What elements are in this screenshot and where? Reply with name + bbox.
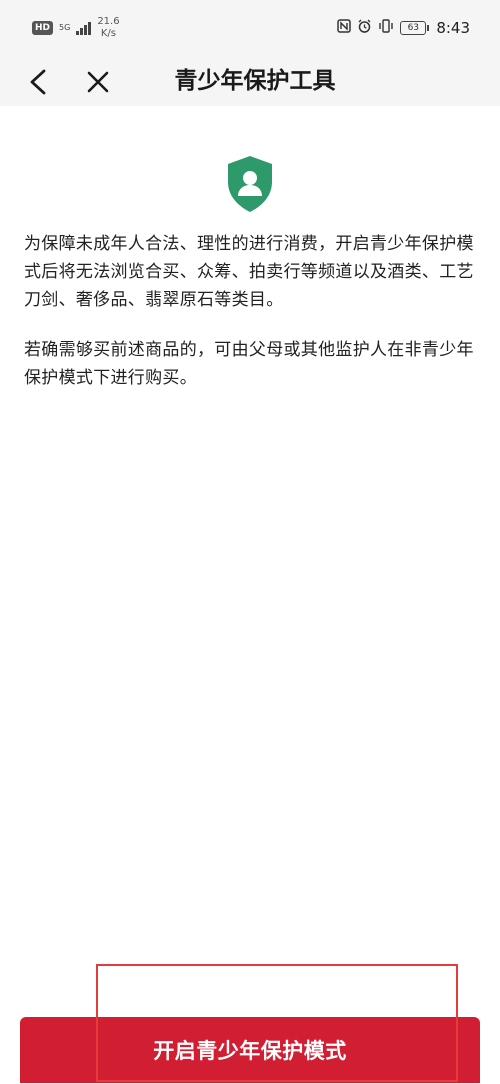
network-speed: 21.6 K/s — [97, 16, 119, 40]
enable-youth-mode-button[interactable]: 开启青少年保护模式 — [20, 1017, 480, 1083]
shield-user-icon — [224, 154, 276, 214]
status-bar: HD 5G 21.6 K/s 63 8:43 — [0, 0, 500, 56]
chevron-left-icon — [30, 69, 46, 95]
purchase-note-paragraph: 若确需够买前述商品的，可由父母或其他监护人在非青少年保护模式下进行购买。 — [24, 340, 474, 388]
status-left: HD 5G 21.6 K/s — [32, 16, 120, 40]
close-icon — [87, 71, 109, 93]
clock: 8:43 — [436, 19, 470, 37]
status-right: 63 8:43 — [337, 19, 470, 38]
navigation-bar: 青少年保护工具 — [0, 56, 500, 106]
network-type-label: 5G — [59, 23, 71, 32]
speed-unit: K/s — [100, 28, 117, 39]
signal-icon — [76, 21, 92, 35]
alarm-icon — [357, 19, 372, 38]
close-button[interactable] — [80, 64, 116, 100]
description-paragraph: 为保障未成年人合法、理性的进行消费，开启青少年保护模式后将无法浏览合买、众筹、拍… — [24, 234, 474, 310]
speed-value: 21.6 — [97, 16, 120, 27]
vibrate-icon — [378, 19, 394, 37]
hd-badge: HD — [32, 21, 54, 35]
battery-icon: 63 — [400, 21, 430, 35]
back-button[interactable] — [20, 64, 56, 100]
page-title: 青少年保护工具 — [174, 68, 336, 94]
battery-level: 63 — [407, 23, 420, 33]
nfc-icon — [337, 19, 352, 37]
